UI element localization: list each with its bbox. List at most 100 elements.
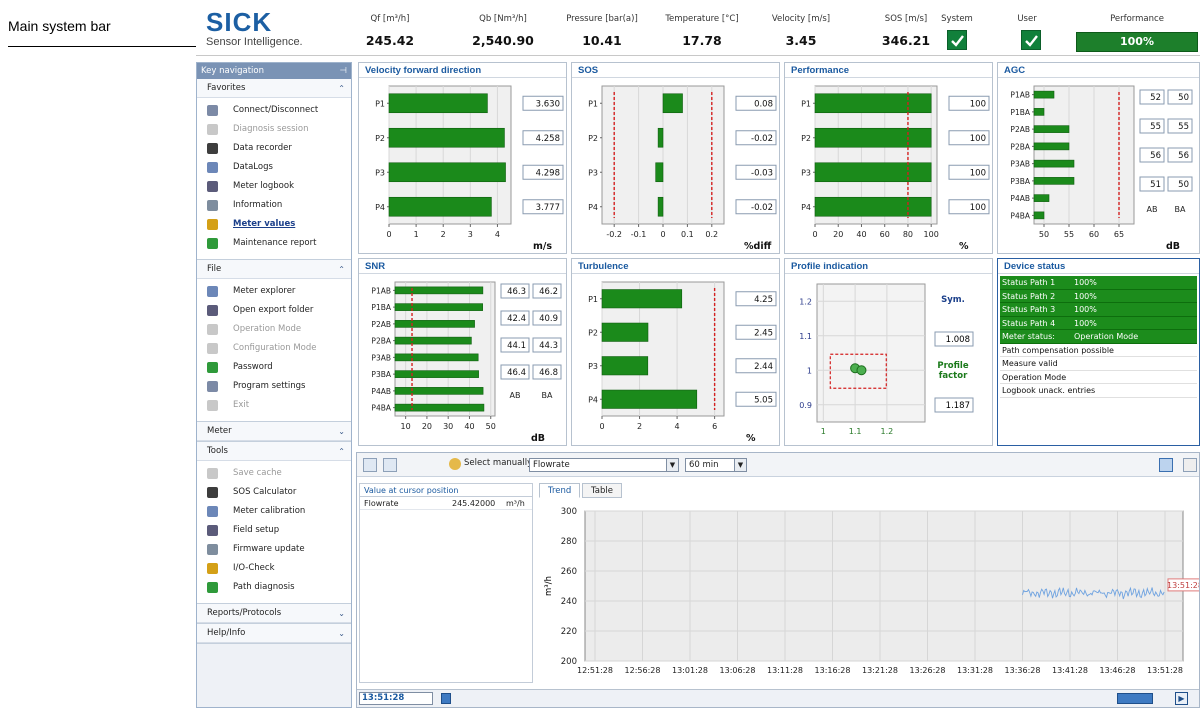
- plot-area: [584, 510, 1184, 662]
- sidebar-group-header[interactable]: Help/Info ⌄: [197, 624, 351, 643]
- sidebar-group-header[interactable]: Tools ⌃: [197, 442, 351, 461]
- sidebar-group-header[interactable]: Meter ⌄: [197, 422, 351, 441]
- sidebar-group-header[interactable]: Favorites ⌃: [197, 79, 351, 98]
- time-range-select[interactable]: 60 min ▼: [685, 458, 747, 472]
- performance-chart-title: Performance: [785, 63, 992, 78]
- cursor-value-row: Flowrate 245.42000 m³/h: [360, 497, 532, 510]
- profile-chart-card: Profile indication 1 1.1 1.2 1.2 1.1 1 0.9 Sym. 1…: [784, 258, 993, 446]
- category-label: P4: [801, 203, 811, 212]
- value-label: 56: [1178, 151, 1189, 161]
- sidebar-item-i-o-check[interactable]: I/O-Check: [197, 559, 351, 578]
- profile-chart: 1 1.1 1.2 1.2 1.1 1 0.9 Sym. 1.008 Profile factor 1…: [799, 283, 974, 436]
- sidebar-item-password[interactable]: Password: [197, 358, 351, 377]
- sidebar-item-firmware-update[interactable]: Firmware update: [197, 540, 351, 559]
- y-tick-label: 1.2: [799, 297, 812, 306]
- value-label: 2.44: [754, 362, 773, 372]
- category-label: P2: [801, 134, 811, 143]
- password-icon: [207, 362, 218, 373]
- trend-panel: Select manually Flowrate ▼ 60 min ▼ Value …: [356, 452, 1200, 708]
- sidebar-item-maintenance-report[interactable]: Maintenance report: [197, 234, 351, 253]
- bar: [657, 196, 664, 217]
- sidebar-item-meter-logbook[interactable]: Meter logbook: [197, 177, 351, 196]
- sidebar-item-save-cache[interactable]: Save cache: [197, 464, 351, 483]
- sidebar-item-connect-disconnect[interactable]: Connect/Disconnect: [197, 101, 351, 120]
- sidebar-item-configuration-mode[interactable]: Configuration Mode: [197, 339, 351, 358]
- bar: [1033, 159, 1075, 168]
- sos-chart-card: SOS -0.2 -0.1 0 0.1 0.2 P1 P2 P3 P4 %diff 0.08 -0.02…: [571, 62, 780, 254]
- bar: [394, 403, 485, 412]
- sidebar-item-path-diagnosis[interactable]: Path diagnosis: [197, 578, 351, 597]
- column-label: BA: [542, 391, 553, 400]
- unit-label: dB: [531, 433, 545, 444]
- sidebar-item-label: Open export folder: [233, 305, 314, 315]
- sidebar-item-data-recorder[interactable]: Data recorder: [197, 139, 351, 158]
- sidebar-item-label: Meter values: [233, 219, 296, 229]
- value-label: 55: [1178, 122, 1189, 132]
- sidebar-item-operation-mode[interactable]: Operation Mode: [197, 320, 351, 339]
- bar: [814, 127, 932, 148]
- sidebar-group-header[interactable]: File ⌃: [197, 260, 351, 279]
- sidebar-item-exit[interactable]: Exit: [197, 396, 351, 415]
- category-label: P3AB: [1010, 160, 1030, 169]
- velocity-chart-title: Velocity forward direction: [359, 63, 566, 78]
- sidebar-item-field-setup[interactable]: Field setup: [197, 521, 351, 540]
- pin-icon[interactable]: ⊣: [340, 63, 347, 79]
- diagnosis-icon: [207, 124, 218, 135]
- category-label: P1AB: [1010, 91, 1030, 100]
- sidebar-group-header[interactable]: Reports/Protocols ⌄: [197, 604, 351, 623]
- value-label: 100: [970, 99, 986, 109]
- tab-table[interactable]: Table: [582, 483, 622, 498]
- y-tick-label: 240: [561, 597, 577, 607]
- next-icon[interactable]: ▶: [1175, 692, 1188, 705]
- play-slider-icon[interactable]: [1117, 693, 1153, 704]
- sidebar-item-meter-calibration[interactable]: Meter calibration: [197, 502, 351, 521]
- configuration-icon: [207, 343, 218, 354]
- zoom-icon[interactable]: [1159, 458, 1173, 472]
- sidebar-item-diagnosis-session[interactable]: Diagnosis session: [197, 120, 351, 139]
- bar: [1033, 142, 1070, 151]
- scroll-thumb[interactable]: [441, 693, 451, 704]
- x-tick-label: 60: [1089, 230, 1099, 239]
- column-label: AB: [510, 391, 521, 400]
- category-label: P3AB: [371, 353, 391, 362]
- sidebar-item-meter-values[interactable]: Meter values: [197, 215, 351, 234]
- select-manually-label: Select manually: [464, 458, 533, 468]
- sidebar-item-datalogs[interactable]: DataLogs: [197, 158, 351, 177]
- x-tick-label: 12:56:28: [625, 666, 661, 675]
- x-tick-label: 0: [812, 230, 817, 239]
- sidebar-item-sos-calculator[interactable]: SOS Calculator: [197, 483, 351, 502]
- device-status-row: Path compensation possible: [1000, 343, 1197, 357]
- x-tick-label: 12:51:28: [577, 666, 613, 675]
- sidebar-item-meter-explorer[interactable]: Meter explorer: [197, 282, 351, 301]
- sidebar-item-information[interactable]: Information: [197, 196, 351, 215]
- category-label: P1BA: [371, 303, 391, 312]
- performance-chart: 0 20 40 60 80 100 P1 P2 P3 P4% 100 100 100 100: [801, 85, 990, 252]
- category-label: P3: [375, 168, 385, 177]
- recorder-icon: [207, 143, 218, 154]
- copy-icon[interactable]: [383, 458, 397, 472]
- tab-trend[interactable]: Trend: [539, 483, 581, 498]
- chevron-up-icon: ⌃: [338, 84, 345, 93]
- category-label: P1: [801, 99, 811, 108]
- value-label: 50: [1178, 180, 1189, 190]
- value-label: 50: [1178, 93, 1189, 103]
- performance-label: Performance: [1110, 14, 1164, 24]
- x-tick-label: 1: [414, 230, 419, 239]
- x-tick-label: 2: [637, 422, 642, 431]
- main-system-bar-callout: Main system bar: [0, 0, 196, 60]
- agc-chart: 50 55 60 65 P1AB P1BA P2AB P2BA P3AB P3BA P4AB P4BA…: [1010, 85, 1193, 252]
- print-icon[interactable]: [1183, 458, 1197, 472]
- sidebar-item-program-settings[interactable]: Program settings: [197, 377, 351, 396]
- status-bar: 13:51:28 ▶: [357, 689, 1199, 707]
- bar: [394, 336, 472, 345]
- y-tick-label: 200: [561, 657, 577, 667]
- category-label: P4AB: [371, 387, 391, 396]
- sidebar-item-open-export-folder[interactable]: Open export folder: [197, 301, 351, 320]
- value-select[interactable]: Flowrate ▼: [529, 458, 679, 472]
- bar: [1033, 211, 1045, 220]
- bar: [1033, 125, 1070, 133]
- bar: [388, 93, 488, 114]
- x-tick-label: -0.1: [631, 230, 647, 239]
- add-values-icon[interactable]: [363, 458, 377, 472]
- sidebar-item-label: Meter logbook: [233, 181, 294, 191]
